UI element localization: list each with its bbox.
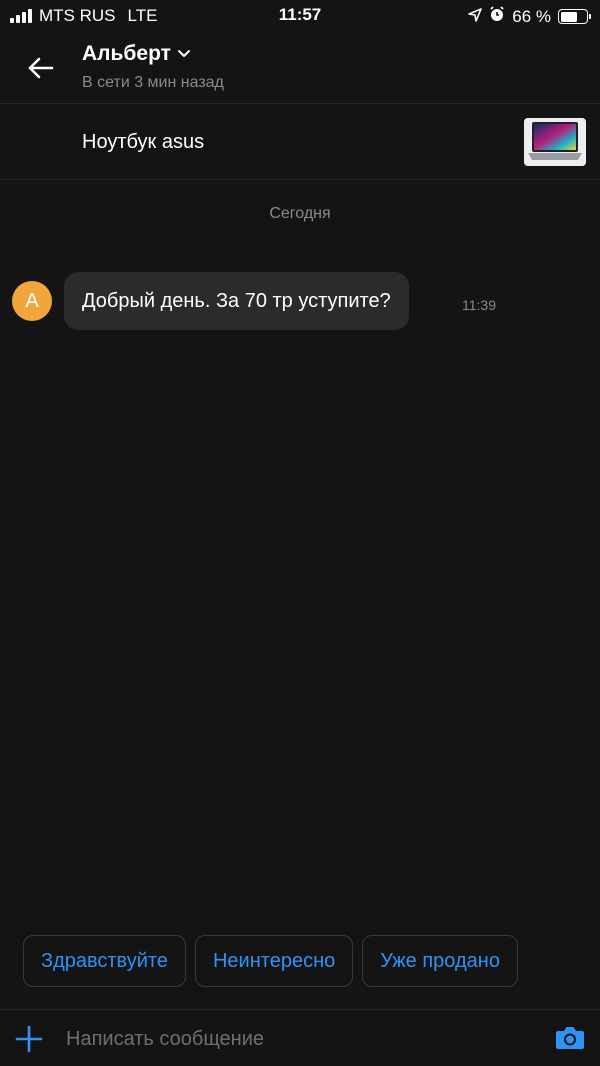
contact-name: Альберт bbox=[82, 42, 171, 65]
listing-row[interactable]: Ноутбук asus bbox=[0, 105, 600, 180]
battery-icon bbox=[558, 9, 591, 24]
camera-icon bbox=[556, 1027, 584, 1049]
location-arrow-icon bbox=[468, 7, 483, 27]
message-bubble[interactable]: Добрый день. За 70 тр уступите? bbox=[64, 272, 409, 330]
quick-reply-sold-button[interactable]: Уже продано bbox=[362, 935, 518, 987]
contact-name-toggle[interactable]: Альберт bbox=[82, 42, 191, 66]
status-right: 66 % bbox=[468, 6, 591, 27]
date-separator: Сегодня bbox=[269, 205, 331, 222]
quick-reply-hello-button[interactable]: Здравствуйте bbox=[23, 935, 186, 987]
quick-replies: Здравствуйте Неинтересно Уже продано bbox=[23, 935, 518, 987]
composer-bar bbox=[0, 1009, 600, 1066]
chevron-down-icon bbox=[177, 50, 190, 57]
laptop-image bbox=[524, 118, 586, 166]
back-button[interactable] bbox=[20, 48, 60, 88]
battery-level bbox=[560, 11, 577, 22]
attach-button[interactable] bbox=[14, 1024, 44, 1054]
listing-thumbnail[interactable] bbox=[524, 118, 586, 166]
listing-title: Ноутбук asus bbox=[82, 131, 205, 153]
chat-header: Альберт В сети 3 мин назад bbox=[0, 32, 600, 104]
camera-button[interactable] bbox=[554, 1023, 586, 1053]
avatar[interactable]: А bbox=[12, 281, 52, 321]
contact-status: В сети 3 мин назад bbox=[82, 74, 224, 91]
arrow-left-icon bbox=[28, 57, 54, 79]
battery-percent: 66 % bbox=[512, 6, 551, 26]
message-time: 11:39 bbox=[462, 297, 496, 313]
alarm-icon bbox=[489, 6, 505, 27]
quick-reply-not-interested-button[interactable]: Неинтересно bbox=[194, 935, 354, 987]
chat-screen: MTS RUS LTE 11:57 66 % Альберт В сети 3 … bbox=[0, 0, 600, 1066]
status-bar: MTS RUS LTE 11:57 66 % bbox=[0, 0, 600, 32]
message-input[interactable] bbox=[66, 1022, 536, 1056]
message-row: А Добрый день. За 70 тр уступите? 11:39 bbox=[0, 272, 600, 330]
plus-icon bbox=[15, 1025, 43, 1053]
